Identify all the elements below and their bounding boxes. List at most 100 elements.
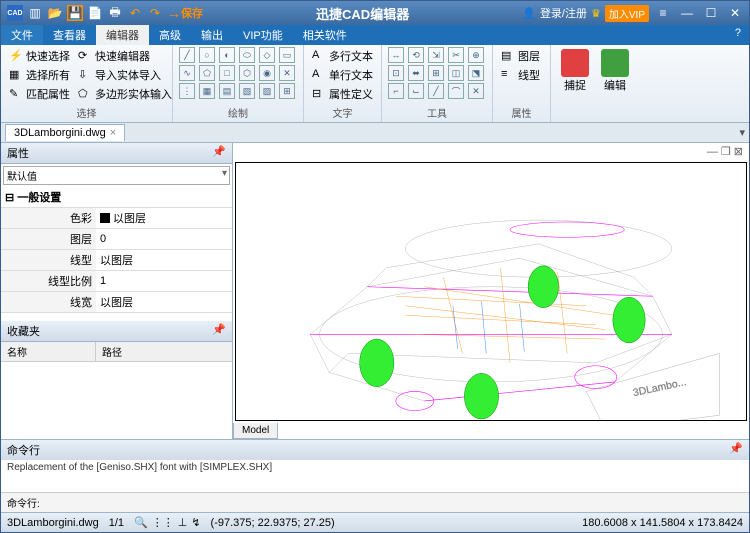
select-all-button[interactable]: ▦选择所有: [7, 66, 72, 84]
prop-value[interactable]: 1: [96, 271, 232, 291]
tab-editor[interactable]: 编辑器: [96, 25, 149, 45]
edit-button[interactable]: 编辑: [597, 47, 633, 120]
status-icon[interactable]: ⋮⋮: [152, 516, 174, 529]
prop-value[interactable]: 以图层: [96, 250, 232, 270]
singleline-text-button[interactable]: A单行文本: [310, 66, 375, 84]
tool-icon[interactable]: ✕: [468, 83, 484, 99]
status-icon[interactable]: ⊥: [178, 516, 188, 529]
pin-icon[interactable]: 📌: [729, 442, 743, 458]
help-icon[interactable]: ?: [727, 25, 749, 45]
group-select-label: 选择: [7, 104, 166, 120]
draw-tool-icon[interactable]: ⬠: [199, 65, 215, 81]
model-tab[interactable]: Model: [233, 423, 278, 439]
draw-tool-icon[interactable]: ▨: [259, 83, 275, 99]
cmd-output: Replacement of the [Geniso.SHX] font wit…: [1, 460, 749, 492]
draw-tool-icon[interactable]: ▤: [219, 83, 235, 99]
snap-button[interactable]: 捕捉: [557, 47, 593, 120]
cmd-input[interactable]: 命令行:: [1, 492, 749, 512]
draw-tool-icon[interactable]: ⊞: [279, 83, 295, 99]
draw-tool-icon[interactable]: ◉: [259, 65, 275, 81]
tab-vip[interactable]: VIP功能: [233, 25, 293, 45]
draw-tool-icon[interactable]: ✕: [279, 65, 295, 81]
tab-close-icon[interactable]: ×: [110, 127, 116, 139]
tool-icon[interactable]: ⊕: [468, 47, 484, 63]
draw-tool-icon[interactable]: ◇: [259, 47, 275, 63]
quick-editor-button[interactable]: ⟳快速编辑器: [76, 47, 174, 65]
draw-tool-icon[interactable]: ⬭: [239, 47, 255, 63]
draw-tool-icon[interactable]: ⬡: [239, 65, 255, 81]
draw-tool-icon[interactable]: ⋮: [179, 83, 195, 99]
new-icon[interactable]: ▥: [27, 5, 43, 21]
tool-icon[interactable]: ✂: [448, 47, 464, 63]
tool-icon[interactable]: ⌐: [388, 83, 404, 99]
vip-button[interactable]: 加入VIP: [605, 5, 649, 22]
tool-icon[interactable]: ⊡: [388, 65, 404, 81]
group-tools-label: 工具: [388, 104, 486, 120]
tool-icon[interactable]: ⬌: [408, 65, 424, 81]
draw-tool-icon[interactable]: ▧: [239, 83, 255, 99]
status-icon[interactable]: 🔍: [134, 516, 148, 529]
status-file: 3DLamborgini.dwg: [7, 517, 99, 529]
edit-big-icon: [601, 49, 629, 77]
layer-button[interactable]: ▤图层: [499, 47, 544, 65]
draw-tool-icon[interactable]: ○: [199, 47, 215, 63]
tool-icon[interactable]: ⊞: [428, 65, 444, 81]
tool-icon[interactable]: ⌙: [408, 83, 424, 99]
vp-restore-icon[interactable]: ❐: [721, 146, 731, 158]
prop-value[interactable]: 0: [96, 229, 232, 249]
draw-tool-icon[interactable]: ◐: [219, 47, 235, 63]
export-pdf-icon[interactable]: 📄: [87, 5, 103, 21]
redo-icon[interactable]: ↷: [147, 5, 163, 21]
multiline-text-button[interactable]: A多行文本: [310, 47, 375, 65]
prop-value[interactable]: 以图层: [96, 292, 232, 312]
tool-icon[interactable]: ⌒: [448, 83, 464, 99]
attr-def-button[interactable]: ⊟属性定义: [310, 85, 375, 103]
maximize-icon[interactable]: ☐: [703, 5, 719, 21]
default-dropdown[interactable]: 默认值: [3, 166, 230, 185]
vp-minimize-icon[interactable]: —: [707, 146, 718, 158]
draw-tool-icon[interactable]: ∿: [179, 65, 195, 81]
polygon-entity-button[interactable]: ⬠多边形实体输入: [76, 85, 174, 103]
menu-icon[interactable]: ≡: [655, 5, 671, 21]
draw-tool-icon[interactable]: ╱: [179, 47, 195, 63]
tab-file[interactable]: 文件: [1, 25, 43, 45]
draw-tool-icon[interactable]: ▦: [199, 83, 215, 99]
pin-icon[interactable]: 📌: [212, 145, 226, 161]
tool-icon[interactable]: ⬔: [468, 65, 484, 81]
login-link[interactable]: 登录/注册: [540, 5, 587, 21]
match-props-button[interactable]: ✎匹配属性: [7, 85, 72, 103]
tool-icon[interactable]: ╱: [428, 83, 444, 99]
document-tab[interactable]: 3DLamborgini.dwg×: [5, 124, 125, 141]
minimize-icon[interactable]: —: [679, 5, 695, 21]
cmd-title: 命令行: [7, 442, 40, 458]
quick-select-button[interactable]: ⚡快速选择: [7, 47, 72, 65]
tab-related[interactable]: 相关软件: [293, 25, 357, 45]
open-icon[interactable]: 📂: [47, 5, 63, 21]
linetype-button[interactable]: ≡线型: [499, 66, 544, 84]
vp-close-icon[interactable]: ⊠: [734, 146, 743, 158]
tab-viewer[interactable]: 查看器: [43, 25, 96, 45]
tool-icon[interactable]: ⇲: [428, 47, 444, 63]
tool-icon[interactable]: ⟲: [408, 47, 424, 63]
prop-value[interactable]: 以图层: [96, 208, 232, 228]
status-icon[interactable]: ↯: [191, 516, 200, 529]
tab-output[interactable]: 输出: [191, 25, 233, 45]
edit-icon: ⟳: [78, 49, 92, 63]
model-viewport[interactable]: 3DLambo...: [235, 162, 747, 421]
tool-icon[interactable]: ◫: [448, 65, 464, 81]
chevron-down-icon[interactable]: ▾: [739, 126, 745, 139]
tool-icon[interactable]: ↔: [388, 47, 404, 63]
close-icon[interactable]: ✕: [727, 5, 743, 21]
app-icon: CAD: [7, 5, 23, 21]
col-path: 路径: [96, 342, 128, 361]
save-icon[interactable]: 💾: [67, 5, 83, 21]
print-icon[interactable]: 🖶: [107, 5, 123, 21]
linetype-icon: ≡: [501, 68, 515, 82]
draw-tool-icon[interactable]: ▭: [279, 47, 295, 63]
tab-advanced[interactable]: 高级: [149, 25, 191, 45]
pin-icon[interactable]: 📌: [212, 323, 226, 339]
draw-tool-icon[interactable]: □: [219, 65, 235, 81]
import-entity-button[interactable]: ⇩导入实体导入: [76, 66, 174, 84]
text-icon: A: [312, 49, 326, 63]
undo-icon[interactable]: ↶: [127, 5, 143, 21]
